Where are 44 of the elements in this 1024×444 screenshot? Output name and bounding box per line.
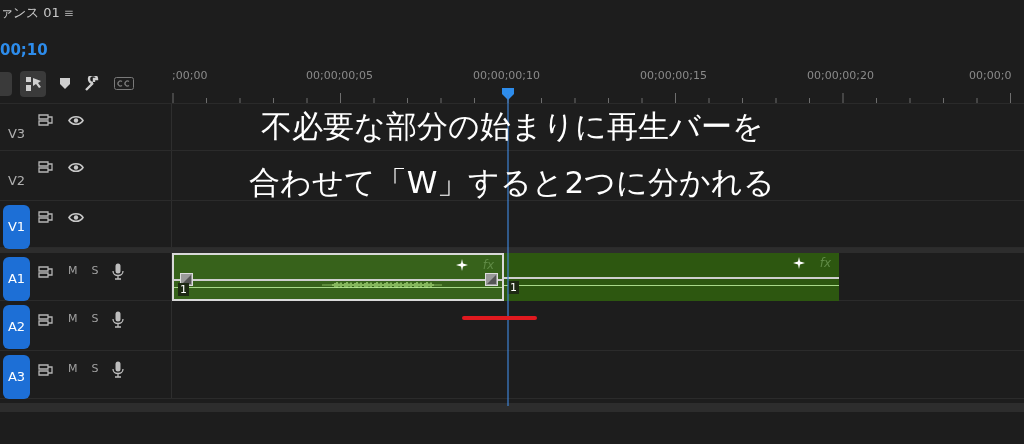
timecode[interactable]: 00;10 [0, 38, 48, 62]
solo-toggle[interactable]: S [91, 311, 99, 328]
ruler-timecode: 00;00;00;10 [472, 68, 541, 84]
linked-selection-icon[interactable] [20, 70, 46, 97]
marker-icon[interactable] [60, 78, 70, 89]
caption-text: 不必要な部分の始まりに再生バーを [260, 108, 764, 144]
sparkle-icon [793, 256, 805, 269]
track-label[interactable]: A2 [3, 305, 30, 349]
mute-toggle[interactable]: M [68, 263, 78, 280]
track-label[interactable]: V1 [3, 205, 30, 249]
track-label[interactable]: A1 [3, 257, 30, 301]
horizontal-scrollbar[interactable] [0, 403, 1024, 412]
solo-toggle[interactable]: S [91, 361, 99, 378]
eye-icon[interactable] [68, 114, 84, 126]
track-label[interactable]: V3 [3, 112, 30, 156]
ruler-timecode: 00;00;00;05 [305, 68, 374, 84]
ruler-timecode: 00;00;0 [969, 68, 1012, 84]
sequence-title[interactable]: ァンス 01 [0, 3, 60, 23]
sync-lock-icon[interactable] [38, 114, 54, 126]
track-label[interactable]: V2 [3, 159, 30, 203]
sync-lock-icon[interactable] [38, 265, 54, 278]
eye-icon[interactable] [68, 161, 84, 173]
sparkle-icon [456, 258, 468, 271]
track-label[interactable]: A3 [3, 355, 30, 399]
microphone-icon[interactable] [112, 311, 125, 328]
captions-icon[interactable] [114, 77, 134, 90]
sync-lock-icon[interactable] [38, 161, 54, 173]
sync-lock-icon[interactable] [38, 313, 54, 326]
ruler-timecode: 00;00;00;20 [806, 68, 875, 84]
microphone-icon[interactable] [112, 263, 125, 280]
microphone-icon[interactable] [112, 361, 125, 378]
ruler-timecode: 00;00;00;15 [639, 68, 708, 84]
caption-text: 合わせて「W」すると2つに分かれる [248, 164, 776, 200]
sync-lock-icon[interactable] [38, 211, 54, 223]
mute-toggle[interactable]: M [68, 311, 78, 328]
channel-number: 1 [178, 282, 189, 296]
mute-toggle[interactable]: M [68, 361, 78, 378]
solo-toggle[interactable]: S [91, 263, 99, 280]
ruler-timecode: ;00;00 [172, 68, 208, 84]
keyframe-icon[interactable] [485, 272, 498, 286]
channel-number: 1 [508, 280, 519, 294]
sync-lock-icon[interactable] [38, 363, 54, 376]
menu-icon[interactable]: ≡ [63, 4, 74, 22]
eye-icon[interactable] [68, 211, 84, 223]
